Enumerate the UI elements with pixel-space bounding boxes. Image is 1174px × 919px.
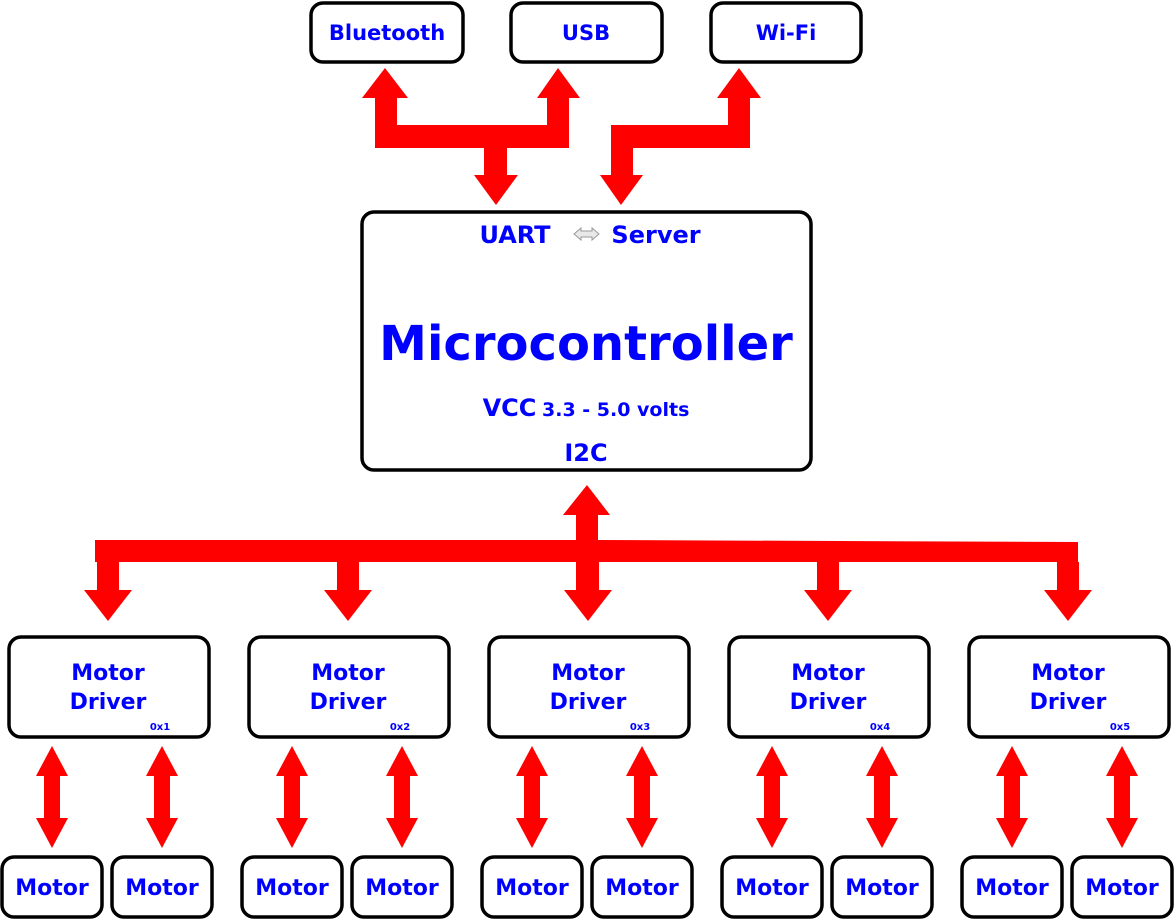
driver-address: 0x2 [390,722,410,733]
motor-label: Motor [255,876,329,901]
bidirectional-arrow [276,746,308,848]
bidirectional-arrow [146,746,178,848]
interface-label: USB [562,21,610,45]
driver-box [7,635,211,739]
driver-label-line2: Driver [550,690,627,715]
interface-bluetooth: Bluetooth [309,1,465,64]
bidirectional-arrow [516,746,548,848]
microcontroller-title: Microcontroller [379,316,793,372]
microcontroller-box: UART Server Microcontroller VCC 3.3 - 5.… [360,210,813,472]
driver-label-line1: Motor [551,661,625,686]
interface-label: Wi-Fi [756,21,817,45]
i2c-label: I2C [564,439,607,467]
bus-drop-arrow [324,562,372,621]
motor-label: Motor [975,876,1049,901]
motor-label: Motor [1085,876,1159,901]
interface-usb: USB [509,1,664,64]
bus-drop-arrow [804,562,852,621]
motor-label: Motor [605,876,679,901]
bidirectional-arrow [756,746,788,848]
wifi-arrow [600,68,761,205]
motor-label: Motor [495,876,569,901]
motor-label: Motor [365,876,439,901]
driver-box [967,635,1171,739]
motor-label: Motor [15,876,89,901]
bus-drop-arrow [564,562,612,621]
server-label: Server [611,221,700,249]
architecture-diagram: Bluetooth USB Wi-Fi UART Server Microcon… [0,1,1174,919]
motor-label: Motor [735,876,809,901]
vcc-text: VCC 3.3 - 5.0 volts [483,394,690,422]
driver-label-line1: Motor [791,661,865,686]
vcc-range: 3.3 - 5.0 volts [542,399,689,421]
motor-driver-5: Motor Driver0x5 Motor Motor [960,562,1174,919]
bus-drop-arrow [84,562,132,621]
driver-label-line2: Driver [310,690,387,715]
uart-label: UART [479,221,551,249]
driver-box [247,635,451,739]
motor-driver-3: Motor Driver0x3 Motor Motor [480,562,694,919]
uart-bus-arrow [362,68,580,205]
driver-address: 0x5 [1110,722,1130,733]
driver-address: 0x1 [150,722,170,733]
motor-driver-4: Motor Driver0x4 Motor Motor [720,562,934,919]
interface-wifi: Wi-Fi [709,1,863,64]
driver-box [487,635,691,739]
vcc-label: VCC [483,394,537,422]
driver-address: 0x4 [870,722,890,733]
bidirectional-arrow [36,746,68,848]
bus-drop-arrow [1044,562,1092,621]
driver-label-line2: Driver [70,690,147,715]
motor-label: Motor [125,876,199,901]
motor-driver-2: Motor Driver0x2 Motor Motor [240,562,454,919]
motor-driver-1: Motor Driver0x1 Motor Motor [0,562,214,919]
bidirectional-arrow [996,746,1028,848]
driver-label-line2: Driver [790,690,867,715]
driver-address: 0x3 [630,722,650,733]
bidirectional-arrow [1106,746,1138,848]
interface-label: Bluetooth [329,21,445,45]
motor-label: Motor [845,876,919,901]
bidirectional-arrow [866,746,898,848]
driver-label-line2: Driver [1030,690,1107,715]
driver-box [727,635,931,739]
bidirectional-arrow [626,746,658,848]
driver-label-line1: Motor [71,661,145,686]
driver-label-line1: Motor [1031,661,1105,686]
driver-label-line1: Motor [311,661,385,686]
bidirectional-arrow [386,746,418,848]
